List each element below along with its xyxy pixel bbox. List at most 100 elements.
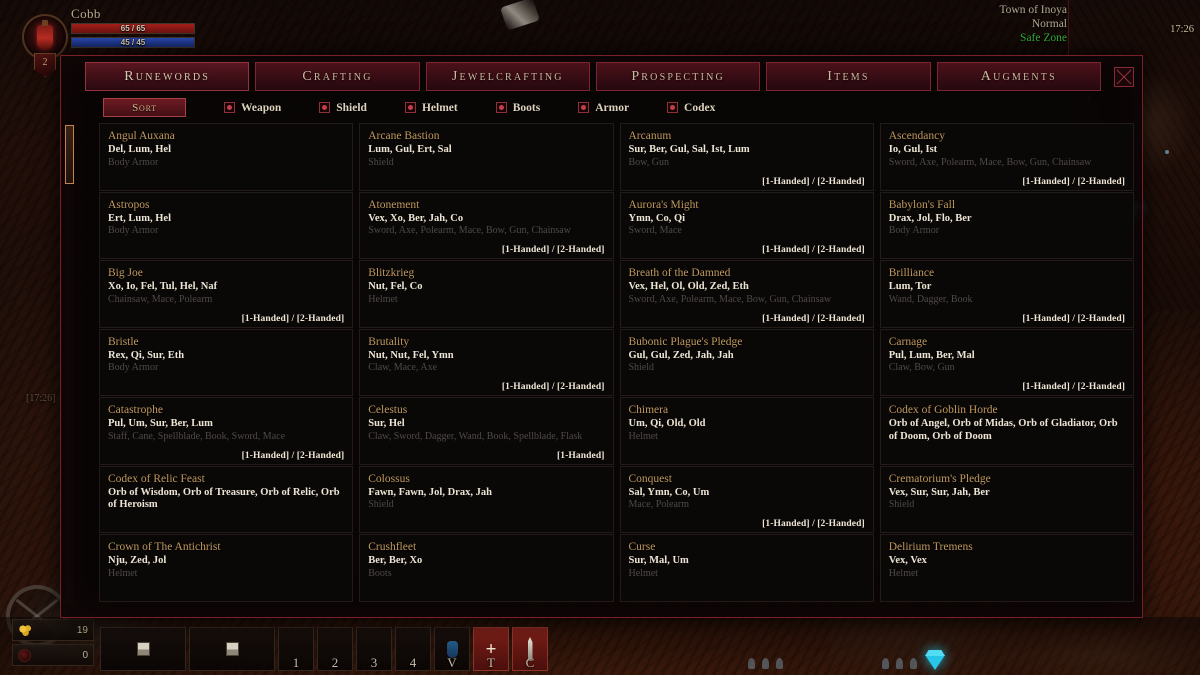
tab-prospecting[interactable]: Prospecting <box>596 62 760 91</box>
recipe-item-types: Helmet <box>889 568 1125 580</box>
recipe-card[interactable]: CelestusSur, HelClaw, Sword, Dagger, Wan… <box>359 397 613 465</box>
recipe-name: Babylon's Fall <box>889 199 1125 212</box>
gold-amount: 19 <box>77 625 88 636</box>
ground-item-pickup[interactable] <box>748 658 755 669</box>
recipe-card[interactable]: ConquestSal, Ymn, Co, UmMace, Polearm[1-… <box>620 466 874 534</box>
recipe-card[interactable]: CarnagePul, Lum, Ber, MalClaw, Bow, Gun[… <box>880 329 1134 397</box>
filter-armor[interactable]: Armor <box>578 102 629 114</box>
ground-item-pickup[interactable] <box>896 658 903 669</box>
recipe-card[interactable]: BrillianceLum, TorWand, Dagger, Book[1-H… <box>880 260 1134 328</box>
recipe-name: Aurora's Might <box>629 199 865 212</box>
ground-item-pickup[interactable] <box>762 658 769 669</box>
zone-name: Town of Inoya <box>999 3 1067 17</box>
minimap-blip <box>1165 150 1169 154</box>
close-icon[interactable] <box>1114 67 1134 87</box>
recipe-list-area: Angul AuxanaDel, Lum, HelBody ArmorArcan… <box>99 123 1134 604</box>
recipe-card[interactable]: BlitzkriegNut, Fel, CoHelmet <box>359 260 613 328</box>
hotbar-slot-3[interactable]: 3 <box>356 627 392 671</box>
filter-codex[interactable]: Codex <box>667 102 715 114</box>
hotbar-skill-slot-left[interactable] <box>100 627 186 671</box>
hotbar-skill-slot-right[interactable] <box>189 627 275 671</box>
recipe-card[interactable]: ArcanumSur, Ber, Gul, Sal, Ist, LumBow, … <box>620 123 874 191</box>
recipe-scrollbar-track[interactable] <box>65 123 74 604</box>
filter-boots[interactable]: Boots <box>496 102 540 114</box>
recipe-card[interactable]: Bubonic Plague's PledgeGul, Gul, Zed, Ja… <box>620 329 874 397</box>
checkbox-icon[interactable] <box>578 102 589 113</box>
tab-augments[interactable]: Augments <box>937 62 1101 91</box>
checkbox-icon[interactable] <box>224 102 235 113</box>
hotbar-slot-t[interactable]: + T <box>473 627 509 671</box>
recipe-runes: Gul, Gul, Zed, Jah, Jah <box>629 350 865 363</box>
recipe-handedness: [1-Handed] / [2-Handed] <box>762 519 865 529</box>
checkbox-icon[interactable] <box>405 102 416 113</box>
orb-icon <box>18 649 31 662</box>
recipe-card[interactable]: ChimeraUm, Qi, Old, OldHelmet <box>620 397 874 465</box>
recipe-card[interactable]: Big JoeXo, Io, Fel, Tul, Hel, NafChainsa… <box>99 260 353 328</box>
hotbar-slot-2[interactable]: 2 <box>317 627 353 671</box>
recipe-name: Delirium Tremens <box>889 541 1125 554</box>
ground-item-pickup[interactable] <box>776 658 783 669</box>
recipe-item-types: Wand, Dagger, Book <box>889 294 1125 306</box>
hotbar-slot-v[interactable]: V <box>434 627 470 671</box>
recipe-card[interactable]: Angul AuxanaDel, Lum, HelBody Armor <box>99 123 353 191</box>
hotbar-slot-c[interactable]: C <box>512 627 548 671</box>
ground-gem-icon[interactable] <box>925 655 945 670</box>
recipe-card[interactable]: CrushfleetBer, Ber, XoBoots <box>359 534 613 602</box>
recipe-item-types: Sword, Mace <box>629 225 865 237</box>
recipe-runes: Nut, Fel, Co <box>368 281 604 294</box>
bottom-hud: 19 0 1 2 3 4 V + T <box>0 617 1200 675</box>
recipe-card[interactable]: Breath of the DamnedVex, Hel, Ol, Old, Z… <box>620 260 874 328</box>
recipe-card[interactable]: ColossusFawn, Fawn, Jol, Drax, JahShield <box>359 466 613 534</box>
recipe-card[interactable]: Aurora's MightYmn, Co, QiSword, Mace[1-H… <box>620 192 874 260</box>
hotbar-slot-4[interactable]: 4 <box>395 627 431 671</box>
recipe-name: Arcanum <box>629 130 865 143</box>
recipe-scrollbar-thumb[interactable] <box>65 125 74 184</box>
recipe-card[interactable]: Arcane BastionLum, Gul, Ert, SalShield <box>359 123 613 191</box>
ground-item-pickup[interactable] <box>882 658 889 669</box>
filter-shield[interactable]: Shield <box>319 102 367 114</box>
recipe-handedness: [1-Handed] / [2-Handed] <box>762 245 865 255</box>
hotbar-slot-1[interactable]: 1 <box>278 627 314 671</box>
recipe-card[interactable]: Codex of Relic FeastOrb of Wisdom, Orb o… <box>99 466 353 534</box>
recipe-name: Ascendancy <box>889 130 1125 143</box>
filter-weapon[interactable]: Weapon <box>224 102 281 114</box>
recipe-card[interactable]: Delirium TremensVex, VexHelmet <box>880 534 1134 602</box>
sort-button[interactable]: Sort <box>103 98 186 117</box>
hotbar-key-c: C <box>513 655 547 671</box>
recipe-card[interactable]: Crematorium's PledgeVex, Sur, Sur, Jah, … <box>880 466 1134 534</box>
filter-helmet[interactable]: Helmet <box>405 102 458 114</box>
recipe-runes: Ert, Lum, Hel <box>108 213 344 226</box>
tab-runewords[interactable]: Runewords <box>85 62 249 91</box>
recipe-item-types: Sword, Axe, Polearm, Mace, Bow, Gun, Cha… <box>629 294 865 306</box>
checkbox-icon[interactable] <box>319 102 330 113</box>
recipe-card[interactable]: CurseSur, Mal, UmHelmet <box>620 534 874 602</box>
tab-crafting[interactable]: Crafting <box>255 62 419 91</box>
recipe-card[interactable]: BristleRex, Qi, Sur, EthBody Armor <box>99 329 353 397</box>
recipe-card[interactable]: AstroposErt, Lum, HelBody Armor <box>99 192 353 260</box>
recipe-item-types: Helmet <box>368 294 604 306</box>
tab-jewelcrafting[interactable]: Jewelcrafting <box>426 62 590 91</box>
recipe-runes: Um, Qi, Old, Old <box>629 418 865 431</box>
recipe-card[interactable]: Crown of The AntichristNju, Zed, JolHelm… <box>99 534 353 602</box>
recipe-runes: Orb of Angel, Orb of Midas, Orb of Gladi… <box>889 418 1125 443</box>
recipe-runes: Nju, Zed, Jol <box>108 555 344 568</box>
recipe-card[interactable]: Babylon's FallDrax, Jol, Flo, BerBody Ar… <box>880 192 1134 260</box>
recipe-card[interactable]: AscendancyIo, Gul, IstSword, Axe, Polear… <box>880 123 1134 191</box>
filter-label: Shield <box>336 102 367 114</box>
tab-items[interactable]: Items <box>766 62 930 91</box>
filter-label: Armor <box>595 102 629 114</box>
recipe-card[interactable]: AtonementVex, Xo, Ber, Jah, CoSword, Axe… <box>359 192 613 260</box>
recipe-card[interactable]: BrutalityNut, Nut, Fel, YmnClaw, Mace, A… <box>359 329 613 397</box>
tab-bar: RunewordsCraftingJewelcraftingProspectin… <box>61 56 1142 91</box>
hotbar-key-v: V <box>435 655 469 671</box>
recipe-card[interactable]: Codex of Goblin HordeOrb of Angel, Orb o… <box>880 397 1134 465</box>
recipe-card[interactable]: CatastrophePul, Um, Sur, Ber, LumStaff, … <box>99 397 353 465</box>
hotbar-key-3: 3 <box>357 655 391 671</box>
recipe-grid: Angul AuxanaDel, Lum, HelBody ArmorArcan… <box>99 123 1134 602</box>
recipe-runes: Lum, Gul, Ert, Sal <box>368 144 604 157</box>
recipe-item-types: Shield <box>368 157 604 169</box>
checkbox-icon[interactable] <box>496 102 507 113</box>
ground-item-pickup[interactable] <box>910 658 917 669</box>
checkbox-icon[interactable] <box>667 102 678 113</box>
recipe-item-types: Shield <box>629 362 865 374</box>
